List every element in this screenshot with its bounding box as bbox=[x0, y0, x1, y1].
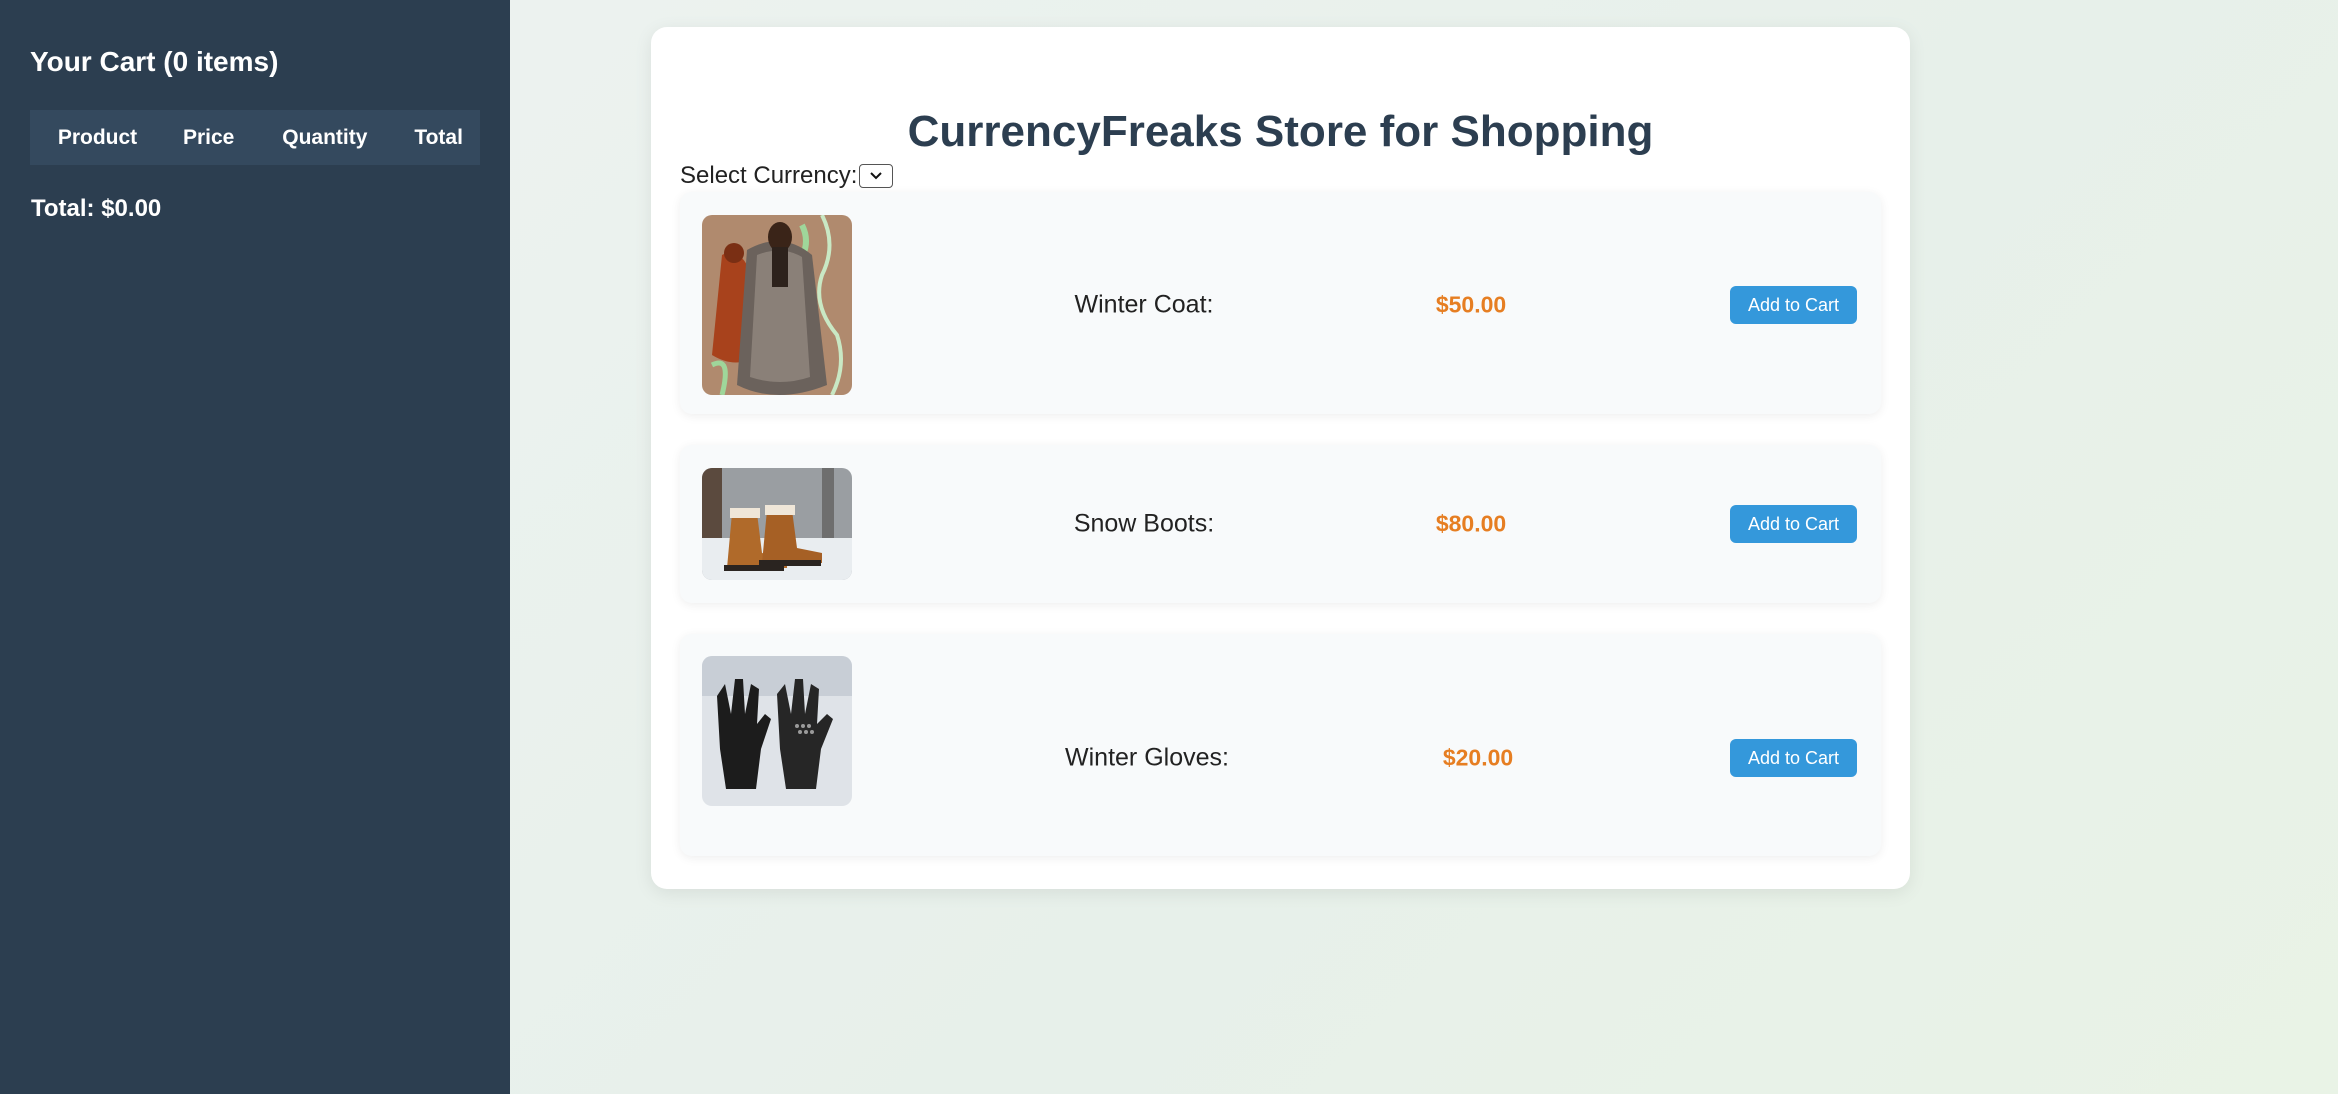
cart-title: Your Cart (0 items) bbox=[30, 46, 279, 77]
cart-total: Total: $0.00 bbox=[31, 195, 162, 222]
currency-label: Select Currency: bbox=[680, 162, 858, 189]
product-price: $20.00 bbox=[1442, 744, 1514, 771]
add-to-cart-button[interactable]: Add to Cart bbox=[1730, 739, 1857, 777]
cart-col-product: Product bbox=[57, 125, 138, 149]
product-card-winter-gloves: Winter Gloves: $20.00 Add to Cart bbox=[680, 634, 1881, 856]
winter-coat-photo-icon bbox=[702, 215, 852, 395]
store-card: CurrencyFreaks Store for Shopping Select… bbox=[651, 27, 1910, 889]
product-name: Winter Coat: bbox=[1074, 290, 1214, 319]
winter-gloves-image bbox=[702, 656, 852, 806]
add-to-cart-button[interactable]: Add to Cart bbox=[1730, 286, 1857, 324]
snow-boots-image bbox=[702, 468, 852, 580]
winter-coat-image bbox=[702, 215, 852, 395]
cart-col-quantity: Quantity bbox=[282, 125, 368, 149]
chevron-down-icon bbox=[870, 172, 883, 180]
cart-sidebar: Your Cart (0 items) Product Price Quanti… bbox=[0, 0, 510, 1094]
cart-table: Product Price Quantity Total bbox=[30, 110, 480, 165]
page-title: CurrencyFreaks Store for Shopping bbox=[907, 107, 1654, 156]
currency-select[interactable] bbox=[859, 164, 894, 188]
product-price: $50.00 bbox=[1435, 291, 1507, 318]
cart-table-header: Product Price Quantity Total bbox=[30, 110, 480, 165]
winter-gloves-photo-icon bbox=[702, 656, 852, 806]
product-price: $80.00 bbox=[1435, 510, 1507, 537]
product-name: Snow Boots: bbox=[1073, 509, 1215, 538]
cart-col-price: Price bbox=[182, 125, 235, 149]
product-card-snow-boots: Snow Boots: $80.00 Add to Cart bbox=[680, 445, 1881, 603]
currency-selector-row: Select Currency: bbox=[680, 162, 894, 190]
cart-col-total: Total bbox=[414, 125, 463, 149]
product-card-winter-coat: Winter Coat: $50.00 Add to Cart bbox=[680, 192, 1881, 414]
product-name: Winter Gloves: bbox=[1065, 743, 1229, 772]
add-to-cart-button[interactable]: Add to Cart bbox=[1730, 505, 1857, 543]
snow-boots-photo-icon bbox=[702, 468, 852, 580]
